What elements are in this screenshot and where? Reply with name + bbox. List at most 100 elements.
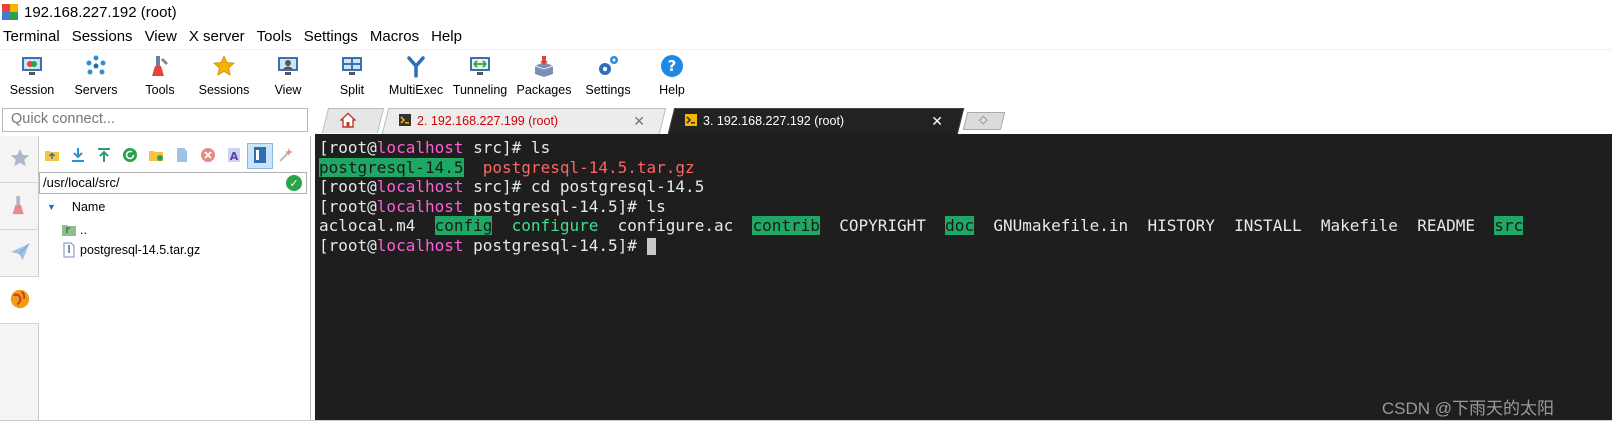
terminal-cursor [646, 237, 656, 255]
terminal-line: [root@localhost src]# ls [319, 138, 551, 157]
tools-button[interactable]: Tools [128, 50, 192, 101]
file-row-parent[interactable]: .. [61, 222, 87, 238]
sidebar-sessions[interactable] [0, 136, 39, 183]
terminal-line: [root@localhost postgresql-14.5]# [319, 236, 1612, 256]
refresh-icon [122, 147, 138, 166]
tools-icon [9, 194, 31, 219]
globe-icon [9, 288, 31, 313]
multiexec-icon [403, 53, 429, 79]
svg-text:A: A [230, 150, 239, 163]
upload-button[interactable] [91, 143, 117, 169]
file-row-archive[interactable]: postgresql-14.5.tar.gz [61, 242, 200, 258]
split-button[interactable]: Split [320, 50, 384, 101]
name-column-header[interactable]: ▼ Name [47, 200, 105, 214]
session-button[interactable]: Session [0, 50, 64, 101]
menu-x-server[interactable]: X server [186, 28, 249, 45]
help-button[interactable]: ? Help [640, 50, 704, 101]
packages-label: Packages [516, 83, 572, 97]
quick-connect-input[interactable]: Quick connect... [2, 108, 308, 132]
delete-icon [200, 147, 216, 166]
archive-file-icon [61, 242, 77, 258]
sidebar-tools[interactable] [0, 183, 39, 230]
main-toolbar: Session Servers Tools Sessions View Spli… [0, 49, 1612, 101]
tab-session-3[interactable]: 3. 192.168.227.192 (root) ✕ [667, 108, 965, 134]
terminal-line: aclocal.m4 config configure configure.ac… [319, 216, 1524, 235]
terminal-line: [root@localhost postgresql-14.5]# ls [319, 196, 666, 216]
download-button[interactable] [65, 143, 91, 169]
parent-folder-button[interactable] [39, 143, 65, 169]
paper-plane-icon [9, 241, 31, 266]
menu-help[interactable]: Help [428, 28, 466, 45]
rename-icon: A [226, 147, 242, 166]
window-title: 192.168.227.192 (root) [24, 3, 177, 21]
settings-button[interactable]: Settings [576, 50, 640, 101]
packages-button[interactable]: Packages [512, 50, 576, 101]
mobaxterm-logo-icon [2, 4, 18, 20]
terminal-view[interactable]: [root@localhost src]# ls postgresql-14.5… [315, 134, 1612, 420]
remote-path-field[interactable]: /usr/local/src/ ✓ [39, 172, 307, 194]
tools-label: Tools [145, 83, 175, 97]
split-label: Split [339, 83, 365, 97]
download-icon [70, 147, 86, 166]
upload-icon [96, 147, 112, 166]
settings-label: Settings [585, 83, 631, 97]
view-button[interactable]: View [256, 50, 320, 101]
menu-tools[interactable]: Tools [254, 28, 296, 45]
watermark: CSDN @下雨天的太阳 [1381, 399, 1554, 418]
new-file-button[interactable] [169, 143, 195, 169]
help-icon: ? [659, 53, 685, 79]
packages-icon [531, 53, 557, 79]
menu-terminal[interactable]: Terminal [0, 28, 64, 45]
close-icon[interactable]: ✕ [931, 113, 943, 130]
check-icon[interactable]: ✓ [286, 175, 302, 191]
multiexec-button[interactable]: MultiExec [384, 50, 448, 101]
view-label: View [274, 83, 302, 97]
delete-button[interactable] [195, 143, 221, 169]
sessions-button[interactable]: Sessions [192, 50, 256, 101]
refresh-button[interactable] [117, 143, 143, 169]
multiexec-label: MultiExec [388, 83, 444, 97]
file-toolbar: A [39, 142, 299, 170]
session-label: Session [9, 83, 55, 97]
sidebar-macros[interactable] [0, 230, 39, 277]
servers-icon [83, 53, 109, 79]
menu-settings[interactable]: Settings [301, 28, 362, 45]
status-bar [0, 420, 1612, 435]
tab-session-2[interactable]: 2. 192.168.227.199 (root) ✕ [381, 108, 667, 134]
home-icon [339, 112, 357, 131]
tab-label: 3. 192.168.227.192 (root) [703, 114, 845, 128]
svg-text:?: ? [668, 57, 677, 75]
follow-terminal-button[interactable] [247, 143, 273, 169]
terminal-line: postgresql-14.5 postgresql-14.5.tar.gz [319, 157, 695, 177]
column-name-label: Name [71, 200, 106, 214]
sftp-file-browser: A /usr/local/src/ ✓ ▼ Name .. postgresql… [39, 136, 311, 420]
close-icon[interactable]: ✕ [633, 113, 645, 130]
tunneling-button[interactable]: Tunneling [448, 50, 512, 101]
folder-up-icon [44, 147, 60, 166]
terminal-line: [root@localhost src]# cd postgresql-14.5 [319, 177, 705, 196]
help-label: Help [659, 83, 685, 97]
servers-button[interactable]: Servers [64, 50, 128, 101]
new-folder-button[interactable] [143, 143, 169, 169]
terminal-session-icon [685, 113, 697, 129]
settings-wand-button[interactable] [273, 143, 299, 169]
magic-wand-icon [278, 147, 294, 166]
tab-label: 2. 192.168.227.199 (root) [417, 114, 559, 128]
star-icon [9, 147, 31, 172]
menu-view[interactable]: View [142, 28, 181, 45]
menu-macros[interactable]: Macros [367, 28, 423, 45]
sidebar-sftp[interactable] [0, 277, 39, 324]
left-sidebar [0, 136, 39, 420]
tunneling-icon [467, 53, 493, 79]
servers-label: Servers [74, 83, 118, 97]
path-text: /usr/local/src/ [43, 175, 120, 190]
rename-button[interactable]: A [221, 143, 247, 169]
tunneling-label: Tunneling [452, 83, 508, 97]
session-icon [19, 53, 45, 79]
file-name: postgresql-14.5.tar.gz [80, 243, 201, 257]
sort-caret-icon: ▼ [47, 202, 56, 212]
settings-gears-icon [595, 53, 621, 79]
parent-folder-icon [61, 222, 77, 238]
menu-sessions[interactable]: Sessions [69, 28, 137, 45]
file-name: .. [80, 223, 87, 237]
